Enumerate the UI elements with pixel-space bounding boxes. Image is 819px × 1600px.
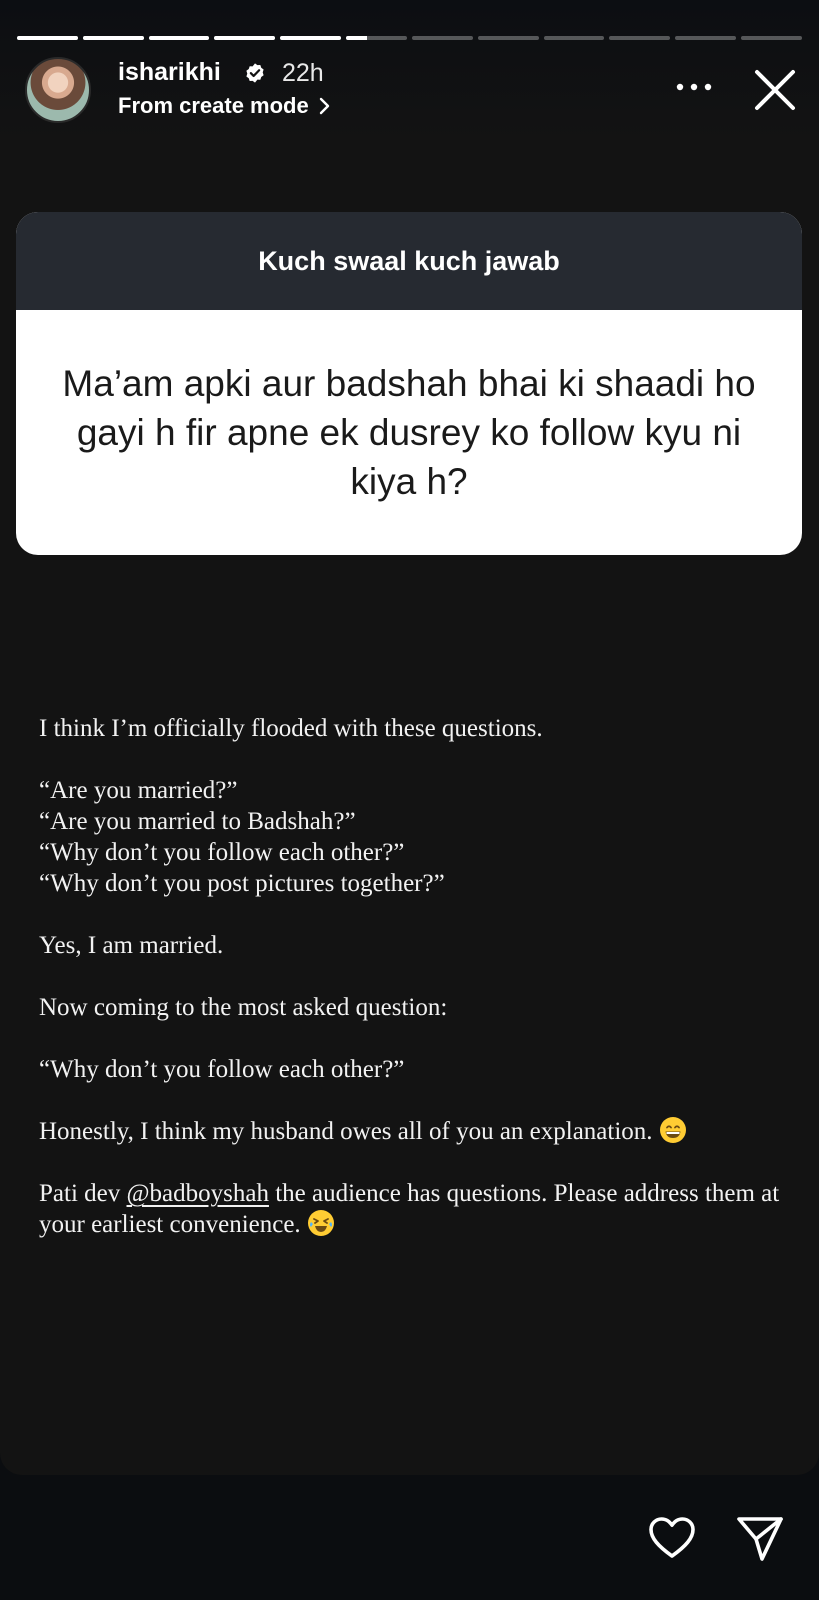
- close-icon[interactable]: [753, 68, 797, 112]
- progress-segment: [411, 36, 473, 40]
- grinning-face-emoji: [659, 1117, 686, 1143]
- question-sticker: Kuch swaal kuch jawab Ma’am apki aur bad…: [16, 212, 802, 555]
- progress-segment-fill: [17, 36, 78, 40]
- answer-line: Pati dev @badboyshah the audience has qu…: [39, 1178, 809, 1240]
- rolling-laughing-emoji: [307, 1210, 334, 1236]
- story-progress-bar: [17, 36, 802, 40]
- question-sticker-title: Kuch swaal kuch jawab: [16, 212, 802, 310]
- answer-line: Yes, I am married.: [39, 932, 224, 959]
- progress-segment: [148, 36, 210, 40]
- heart-icon[interactable]: [648, 1516, 696, 1560]
- quoted-question: “Why don’t you post pictures together?”: [39, 870, 445, 897]
- create-mode-label: From create mode: [118, 93, 309, 118]
- create-mode-link[interactable]: From create mode: [118, 93, 331, 119]
- progress-segment: [214, 36, 276, 40]
- username[interactable]: isharikhi: [118, 58, 221, 87]
- progress-segment: [346, 36, 407, 40]
- progress-segment: [280, 36, 342, 40]
- more-options-icon[interactable]: [672, 72, 716, 102]
- answer-line: “Why don’t you follow each other?”: [39, 1056, 405, 1083]
- answer-line: Now coming to the most asked question:: [39, 994, 448, 1021]
- progress-segment-fill: [148, 36, 210, 40]
- progress-segment: [543, 36, 605, 40]
- answer-line: Honestly, I think my husband owes all of…: [39, 1116, 809, 1147]
- progress-segment: [82, 36, 144, 40]
- progress-segment: [17, 36, 78, 40]
- question-text: Ma’am apki aur badshah bhai ki shaadi ho…: [62, 363, 756, 502]
- progress-segment-fill: [214, 36, 276, 40]
- answer-text-block: I think I’m officially flooded with thes…: [39, 713, 809, 1240]
- progress-segment: [741, 36, 802, 40]
- quoted-question: “Why don’t you follow each other?”: [39, 839, 405, 866]
- answer-line-text: Pati dev: [39, 1180, 127, 1207]
- progress-segment-fill: [280, 36, 342, 40]
- answer-line: I think I’m officially flooded with thes…: [39, 715, 543, 742]
- post-time: 22h: [282, 59, 324, 87]
- progress-segment-fill: [82, 36, 144, 40]
- avatar[interactable]: [25, 57, 91, 123]
- mention-link[interactable]: @badboyshah: [127, 1180, 269, 1207]
- progress-segment: [477, 36, 539, 40]
- story-viewer[interactable]: isharikhi 22h From create mode Kuch swaa…: [0, 0, 819, 1475]
- quoted-question: “Are you married?”: [39, 777, 238, 804]
- progress-segment: [609, 36, 671, 40]
- progress-segment-fill: [346, 36, 368, 40]
- chevron-right-icon: [319, 97, 329, 115]
- quoted-question: “Are you married to Badshah?”: [39, 808, 356, 835]
- send-icon[interactable]: [735, 1514, 785, 1564]
- answer-line-text: Honestly, I think my husband owes all of…: [39, 1118, 653, 1145]
- progress-segment: [675, 36, 737, 40]
- verified-badge-icon: [246, 63, 264, 83]
